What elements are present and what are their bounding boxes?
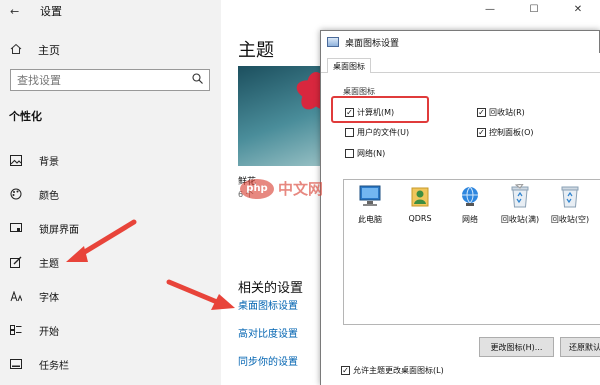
sidebar: ← 设置 主页 个性化 背景 bbox=[0, 0, 221, 385]
checkbox-label: 允许主题更改桌面图标(L) bbox=[353, 366, 444, 375]
icon-item-network[interactable]: 网络 bbox=[444, 184, 496, 225]
home-icon bbox=[10, 43, 26, 58]
checkbox-box[interactable]: ✓ bbox=[477, 108, 486, 117]
checkbox-network[interactable]: 网络(N) bbox=[345, 148, 385, 159]
tab-desktop-icons[interactable]: 桌面图标 bbox=[327, 58, 371, 74]
taskbar-icon bbox=[9, 357, 23, 371]
computer-icon bbox=[358, 184, 382, 208]
minimize-button[interactable]: — bbox=[468, 0, 512, 18]
checkbox-user-files[interactable]: 用户的文件(U) bbox=[345, 127, 409, 138]
restore-default-button[interactable]: 还原默认 bbox=[560, 337, 600, 357]
link-sync-settings[interactable]: 同步你的设置 bbox=[238, 353, 298, 368]
icon-item-user[interactable]: QDRS bbox=[394, 184, 446, 223]
checkbox-label: 网络(N) bbox=[357, 149, 386, 158]
checkbox-control-panel[interactable]: ✓ 控制面板(O) bbox=[477, 127, 534, 138]
picture-icon bbox=[9, 153, 23, 167]
checkbox-label: 回收站(R) bbox=[489, 108, 525, 117]
checkbox-box[interactable]: ✓ bbox=[341, 366, 350, 375]
desktop-icon-settings-dialog: 桌面图标设置 桌面图标 桌面图标 ✓ 计算机(M) ✓ 回收站(R) 用户的文件… bbox=[320, 30, 600, 385]
checkbox-box[interactable]: ✓ bbox=[477, 128, 486, 137]
icon-caption: 回收站(空) bbox=[550, 215, 590, 224]
page-title: 主题 bbox=[238, 40, 274, 61]
network-icon bbox=[458, 184, 482, 208]
checkbox-label: 用户的文件(U) bbox=[357, 128, 410, 137]
icon-caption: 网络 bbox=[462, 215, 478, 224]
nav-item-colors[interactable]: 颜色 bbox=[0, 177, 221, 211]
nav-label: 开始 bbox=[39, 326, 59, 338]
dialog-title: 桌面图标设置 bbox=[345, 38, 400, 49]
section-title: 个性化 bbox=[9, 110, 42, 123]
nav-label: 背景 bbox=[39, 156, 59, 168]
related-settings-title: 相关的设置 bbox=[238, 281, 304, 296]
checkbox-box[interactable] bbox=[345, 128, 354, 137]
checkbox-recycle-bin[interactable]: ✓ 回收站(R) bbox=[477, 107, 525, 118]
search-icon[interactable] bbox=[192, 73, 203, 87]
nav-label: 颜色 bbox=[39, 190, 59, 202]
nav-home-label: 主页 bbox=[38, 44, 60, 57]
app-title: 设置 bbox=[40, 5, 62, 18]
nav-label: 主题 bbox=[39, 258, 59, 270]
nav-home[interactable]: 主页 bbox=[10, 42, 60, 58]
nav-item-start[interactable]: 开始 bbox=[0, 313, 221, 347]
window-controls: — ☐ ✕ bbox=[468, 0, 600, 18]
font-icon bbox=[9, 289, 23, 303]
nav-item-background[interactable]: 背景 bbox=[0, 143, 221, 177]
checkbox-label: 控制面板(O) bbox=[489, 128, 534, 137]
search-box[interactable] bbox=[10, 69, 210, 91]
link-high-contrast[interactable]: 高对比度设置 bbox=[238, 325, 298, 340]
dialog-tabbar: 桌面图标 bbox=[321, 53, 600, 74]
icon-item-recycle-empty[interactable]: 回收站(空) bbox=[544, 184, 596, 225]
arrow-to-themes bbox=[66, 219, 137, 262]
maximize-button[interactable]: ☐ bbox=[512, 0, 556, 18]
nav-label: 任务栏 bbox=[39, 360, 69, 372]
php-logo: php bbox=[240, 178, 274, 199]
icon-list: 此电脑 QDRS 网络 回收站(满) 回收站(空) bbox=[343, 179, 600, 325]
watermark-text: 中文网 bbox=[278, 180, 324, 198]
nav-label: 字体 bbox=[39, 292, 59, 304]
search-input[interactable] bbox=[17, 73, 192, 87]
monitor-icon bbox=[327, 37, 339, 47]
palette-icon bbox=[9, 187, 23, 201]
php-watermark-logo: php 中文网 bbox=[240, 178, 323, 199]
recycle-bin-empty-icon bbox=[558, 184, 582, 208]
icon-item-recycle-full[interactable]: 回收站(满) bbox=[494, 184, 546, 225]
back-arrow-icon[interactable]: ← bbox=[10, 5, 19, 18]
nav-item-taskbar[interactable]: 任务栏 bbox=[0, 347, 221, 381]
checkbox-allow-themes[interactable]: ✓ 允许主题更改桌面图标(L) bbox=[341, 365, 444, 376]
checkbox-box[interactable] bbox=[345, 149, 354, 158]
start-icon bbox=[9, 323, 23, 337]
highlight-box bbox=[331, 96, 429, 123]
close-button[interactable]: ✕ bbox=[556, 0, 600, 18]
icon-caption: QDRS bbox=[408, 214, 432, 223]
recycle-bin-full-icon bbox=[508, 184, 532, 208]
dialog-titlebar[interactable]: 桌面图标设置 bbox=[321, 31, 599, 53]
change-icon-button[interactable]: 更改图标(H)... bbox=[479, 337, 554, 357]
dialog-body: 桌面图标 ✓ 计算机(M) ✓ 回收站(R) 用户的文件(U) ✓ 控制面板(O… bbox=[321, 73, 600, 385]
lock-screen-icon bbox=[9, 221, 23, 235]
icon-caption: 回收站(满) bbox=[500, 215, 540, 224]
link-desktop-icon-settings[interactable]: 桌面图标设置 bbox=[238, 297, 298, 312]
icon-item-this-pc[interactable]: 此电脑 bbox=[344, 184, 396, 225]
user-folder-icon bbox=[408, 184, 432, 208]
arrow-to-desktop-icon-link bbox=[166, 279, 235, 310]
themes-icon bbox=[9, 255, 23, 269]
icon-caption: 此电脑 bbox=[358, 215, 382, 224]
